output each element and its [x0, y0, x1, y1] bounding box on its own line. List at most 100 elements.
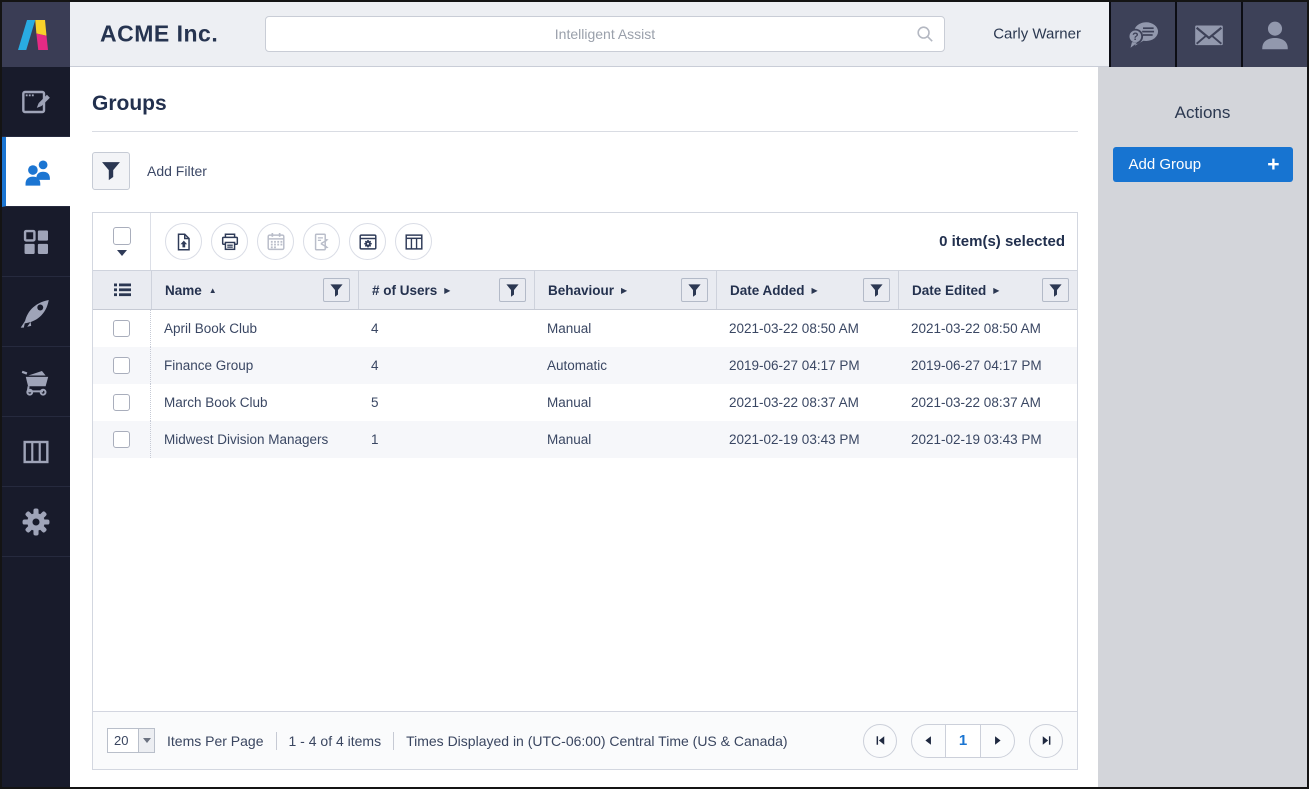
cell-date-edited: 2019-06-27 04:17 PM: [898, 347, 1077, 384]
groups-table-card: 0 item(s) selected N: [92, 212, 1078, 770]
table-footer: 20 Items Per Page 1 - 4 of 4 items Times…: [93, 711, 1077, 769]
select-all-checkbox[interactable]: [93, 213, 151, 270]
messages-button[interactable]: [1175, 2, 1241, 67]
cell-name: Midwest Division Managers: [151, 421, 358, 458]
sidebar-item-store[interactable]: [2, 347, 70, 417]
cell-behaviour: Manual: [534, 421, 716, 458]
column-header-date-edited[interactable]: Date Edited ▶: [898, 271, 1077, 309]
topbar-icon-buttons: ?: [1109, 2, 1307, 67]
cell-users: 4: [358, 347, 534, 384]
pagination: 1: [863, 724, 1063, 758]
row-options-header[interactable]: [93, 271, 151, 309]
assist-search-input[interactable]: [265, 16, 945, 52]
cell-users: 1: [358, 421, 534, 458]
acme-logo-icon: [15, 14, 57, 56]
share-document-icon: [311, 231, 333, 253]
table-toolbar: 0 item(s) selected: [93, 213, 1077, 270]
mail-icon: [1191, 19, 1227, 51]
column-header-users[interactable]: # of Users ▶: [358, 271, 534, 309]
title-divider: [92, 131, 1078, 132]
table-row[interactable]: Midwest Division Managers 1 Manual 2021-…: [93, 421, 1077, 458]
cell-users: 4: [358, 310, 534, 347]
gear-icon: [19, 505, 53, 539]
prev-page-button[interactable]: [912, 725, 945, 757]
modules-grid-icon: [20, 226, 52, 258]
cell-date-edited: 2021-03-22 08:37 AM: [898, 384, 1077, 421]
sort-asc-icon: ▲: [209, 286, 217, 295]
column-header-name[interactable]: Name ▲: [151, 271, 358, 309]
sidebar-item-compose[interactable]: [2, 67, 70, 137]
svg-text:?: ?: [1132, 31, 1138, 43]
calendar-icon: [265, 231, 287, 253]
last-page-icon: [1040, 734, 1053, 747]
columns-button[interactable]: [395, 223, 432, 260]
column-header-date-added[interactable]: Date Added ▶: [716, 271, 898, 309]
print-button[interactable]: [211, 223, 248, 260]
filter-users-button[interactable]: [499, 278, 526, 302]
add-filter-button[interactable]: [92, 152, 130, 190]
chevron-down-icon: [138, 729, 154, 752]
row-checkbox[interactable]: [113, 431, 130, 448]
cell-behaviour: Manual: [534, 384, 716, 421]
funnel-icon: [100, 160, 122, 182]
cell-behaviour: Manual: [534, 310, 716, 347]
share-document-button: [303, 223, 340, 260]
cell-name: Finance Group: [151, 347, 358, 384]
table-columns-icon: [20, 436, 52, 468]
add-group-button[interactable]: Add Group +: [1113, 147, 1293, 182]
table-empty-area: [93, 458, 1077, 711]
sidebar-item-settings[interactable]: [2, 487, 70, 557]
current-page: 1: [945, 725, 981, 757]
items-per-page-select[interactable]: 20: [107, 728, 155, 753]
footer-divider: [393, 732, 394, 750]
row-checkbox[interactable]: [113, 320, 130, 337]
row-checkbox[interactable]: [113, 394, 130, 411]
table-header-row: Name ▲ # of Users ▶ Behavi: [93, 270, 1077, 310]
page-stepper: 1: [911, 724, 1015, 758]
column-header-behaviour[interactable]: Behaviour ▶: [534, 271, 716, 309]
filter-behaviour-button[interactable]: [681, 278, 708, 302]
chevron-down-icon: [117, 250, 127, 256]
sidebar-item-launch[interactable]: [2, 277, 70, 347]
table-row[interactable]: March Book Club 5 Manual 2021-03-22 08:3…: [93, 384, 1077, 421]
help-chat-icon: ?: [1124, 18, 1162, 52]
first-page-button[interactable]: [863, 724, 897, 758]
users-icon: [21, 155, 55, 189]
search-icon: [915, 24, 935, 44]
window-settings-icon: [357, 231, 379, 253]
actions-title: Actions: [1175, 103, 1231, 123]
app-logo[interactable]: [2, 2, 70, 67]
rocket-icon: [19, 295, 53, 329]
cell-date-edited: 2021-02-19 03:43 PM: [898, 421, 1077, 458]
help-chat-button[interactable]: ?: [1109, 2, 1175, 67]
filter-date-added-button[interactable]: [863, 278, 890, 302]
cell-behaviour: Automatic: [534, 347, 716, 384]
print-icon: [219, 231, 241, 253]
sort-icon: ▶: [993, 286, 999, 295]
export-button[interactable]: [165, 223, 202, 260]
export-icon: [173, 231, 195, 253]
page-title: Groups: [92, 92, 1078, 116]
sidebar-item-modules[interactable]: [2, 207, 70, 277]
assist-search: [265, 16, 945, 52]
table-row[interactable]: Finance Group 4 Automatic 2019-06-27 04:…: [93, 347, 1077, 384]
app-title: ACME Inc.: [100, 21, 218, 48]
window-settings-button[interactable]: [349, 223, 386, 260]
filter-name-button[interactable]: [323, 278, 350, 302]
sort-icon: ▶: [812, 286, 818, 295]
filter-date-edited-button[interactable]: [1042, 278, 1069, 302]
profile-button[interactable]: [1241, 2, 1307, 67]
app-window: ACME Inc. Carly Warner: [0, 0, 1309, 789]
sidebar-item-tables[interactable]: [2, 417, 70, 487]
footer-divider: [276, 732, 277, 750]
selected-summary: 0 item(s) selected: [939, 233, 1077, 250]
cell-date-added: 2021-02-19 03:43 PM: [716, 421, 898, 458]
main-content: Groups Add Filter: [70, 67, 1098, 787]
sidebar-item-groups[interactable]: [2, 137, 70, 207]
last-page-button[interactable]: [1029, 724, 1063, 758]
table-row[interactable]: April Book Club 4 Manual 2021-03-22 08:5…: [93, 310, 1077, 347]
row-checkbox[interactable]: [113, 357, 130, 374]
next-page-button[interactable]: [981, 725, 1014, 757]
sort-icon: ▶: [621, 286, 627, 295]
user-name[interactable]: Carly Warner: [993, 26, 1081, 43]
